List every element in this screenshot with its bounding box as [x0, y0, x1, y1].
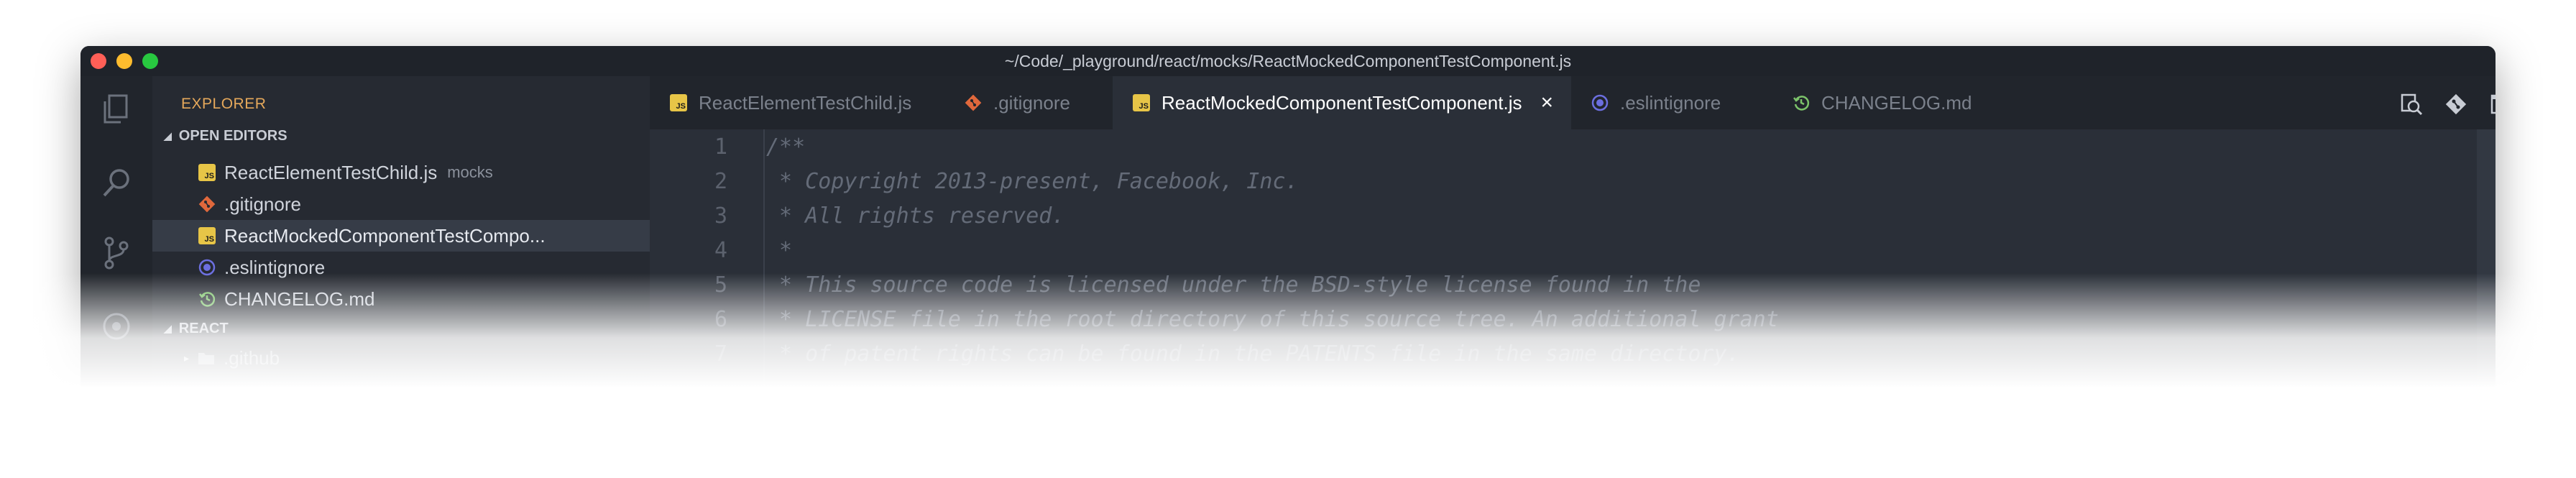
git-icon: [965, 94, 982, 111]
code-line: 7 * of patent rights can be found in the…: [650, 336, 2496, 371]
explorer-sidebar: EXPLORER ◢ OPEN EDITORS JS ReactElementT…: [152, 76, 650, 405]
project-label: REACT: [178, 321, 229, 336]
open-editor-item[interactable]: CHANGELOG.md: [152, 283, 650, 315]
line-number: 3: [714, 203, 727, 229]
open-editor-description: mocks: [447, 163, 493, 181]
window-controls: [91, 53, 158, 69]
expanded-triangle-icon: ◢: [164, 323, 172, 334]
open-editor-name: ReactMockedComponentTestCompo...: [224, 224, 546, 247]
js-icon: JS: [198, 227, 216, 244]
code-editor[interactable]: 1 /** 2 * Copyright 2013-present, Facebo…: [650, 129, 2496, 405]
open-editor-item-active[interactable]: JS ReactMockedComponentTestCompo...: [152, 220, 650, 252]
tab-eslintignore[interactable]: .eslintignore: [1571, 76, 1772, 129]
maximize-window-button[interactable]: [142, 53, 158, 69]
project-header[interactable]: ◢ REACT: [164, 321, 229, 337]
folder-name: .github: [224, 346, 280, 369]
collapsed-triangle-icon: ▸: [184, 351, 190, 364]
js-icon: JS: [1133, 94, 1150, 111]
js-icon: JS: [198, 164, 216, 181]
tab-label: ReactMockedComponentTestComponent.js: [1162, 91, 1522, 114]
line-number: 7: [714, 341, 727, 367]
tab-changelog[interactable]: CHANGELOG.md: [1772, 76, 2010, 129]
vertical-scrollbar[interactable]: [2477, 129, 2496, 405]
minimize-window-button[interactable]: [116, 53, 132, 69]
changelog-icon: [198, 290, 216, 308]
code-line: 3 * All rights reserved.: [650, 198, 2496, 233]
open-editor-name: .gitignore: [224, 193, 301, 215]
line-number: 1: [714, 134, 727, 160]
window-title: ~/Code/_playground/react/mocks/ReactMock…: [1004, 51, 1572, 70]
js-icon: JS: [670, 94, 687, 111]
code-line: 5 * This source code is licensed under t…: [650, 267, 2496, 302]
eslint-icon: [198, 259, 216, 276]
close-window-button[interactable]: [91, 53, 106, 69]
folder-item[interactable]: ▸ .github: [152, 342, 650, 374]
line-number: 2: [714, 168, 727, 194]
line-text: * All rights reserved.: [766, 203, 1065, 229]
folder-icon: [198, 349, 215, 367]
source-control-icon[interactable]: [101, 236, 132, 270]
line-text: * LICENSE file in the root directory of …: [766, 306, 1779, 332]
split-editor-icon[interactable]: [2490, 92, 2496, 116]
open-editor-name: ReactElementTestChild.js: [224, 161, 438, 183]
tab-gitignore[interactable]: .gitignore: [944, 76, 1113, 129]
git-icon: [198, 196, 216, 213]
line-number: 6: [714, 306, 727, 332]
extensions-icon[interactable]: [101, 311, 132, 342]
open-editors-header[interactable]: ◢ OPEN EDITORS: [164, 128, 288, 144]
code-line: 6 * LICENSE file in the root directory o…: [650, 302, 2496, 336]
tab-bar: JS ReactElementTestChild.js .gitignore J…: [650, 76, 2496, 129]
open-editors-label: OPEN EDITORS: [178, 128, 288, 144]
eslint-icon: [1591, 94, 1609, 111]
line-text: * of patent rights can be found in the P…: [766, 341, 1740, 367]
tab-label: .eslintignore: [1620, 91, 1721, 114]
line-number: 4: [714, 237, 727, 263]
git-icon[interactable]: [2444, 92, 2468, 116]
changelog-icon: [1793, 94, 1810, 111]
code-line: 2 * Copyright 2013-present, Facebook, In…: [650, 164, 2496, 198]
activity-bar: [80, 76, 152, 405]
tab-label: CHANGELOG.md: [1821, 91, 1972, 114]
open-changes-icon[interactable]: [2399, 92, 2424, 116]
line-text: * Copyright 2013-present, Facebook, Inc.: [766, 168, 1299, 194]
title-bar: ~/Code/_playground/react/mocks/ReactMock…: [80, 46, 2496, 76]
tab-react-mocked-component-active[interactable]: JS ReactMockedComponentTestComponent.js …: [1113, 76, 1571, 129]
open-editor-name: .eslintignore: [224, 256, 326, 278]
line-number: 5: [714, 272, 727, 298]
tab-label: ReactElementTestChild.js: [699, 91, 912, 114]
open-editor-item[interactable]: .eslintignore: [152, 252, 650, 283]
open-editor-name: CHANGELOG.md: [224, 288, 375, 310]
explorer-title: EXPLORER: [181, 96, 267, 112]
code-line: 4 *: [650, 233, 2496, 267]
search-icon[interactable]: [101, 167, 132, 198]
open-editor-item[interactable]: JS ReactElementTestChild.js mocks: [152, 157, 650, 188]
line-text: * This source code is licensed under the…: [766, 272, 1701, 298]
line-text: /**: [766, 134, 806, 160]
expanded-triangle-icon: ◢: [164, 130, 172, 142]
open-editor-item[interactable]: .gitignore: [152, 188, 650, 220]
editor-window: ~/Code/_playground/react/mocks/ReactMock…: [80, 46, 2496, 405]
files-icon[interactable]: [101, 93, 132, 125]
close-tab-icon[interactable]: ×: [1540, 91, 1553, 115]
tab-react-element-test-child[interactable]: JS ReactElementTestChild.js: [650, 76, 944, 129]
line-text: *: [766, 237, 793, 263]
code-line: 1 /**: [650, 129, 2496, 164]
tab-label: .gitignore: [993, 91, 1070, 114]
